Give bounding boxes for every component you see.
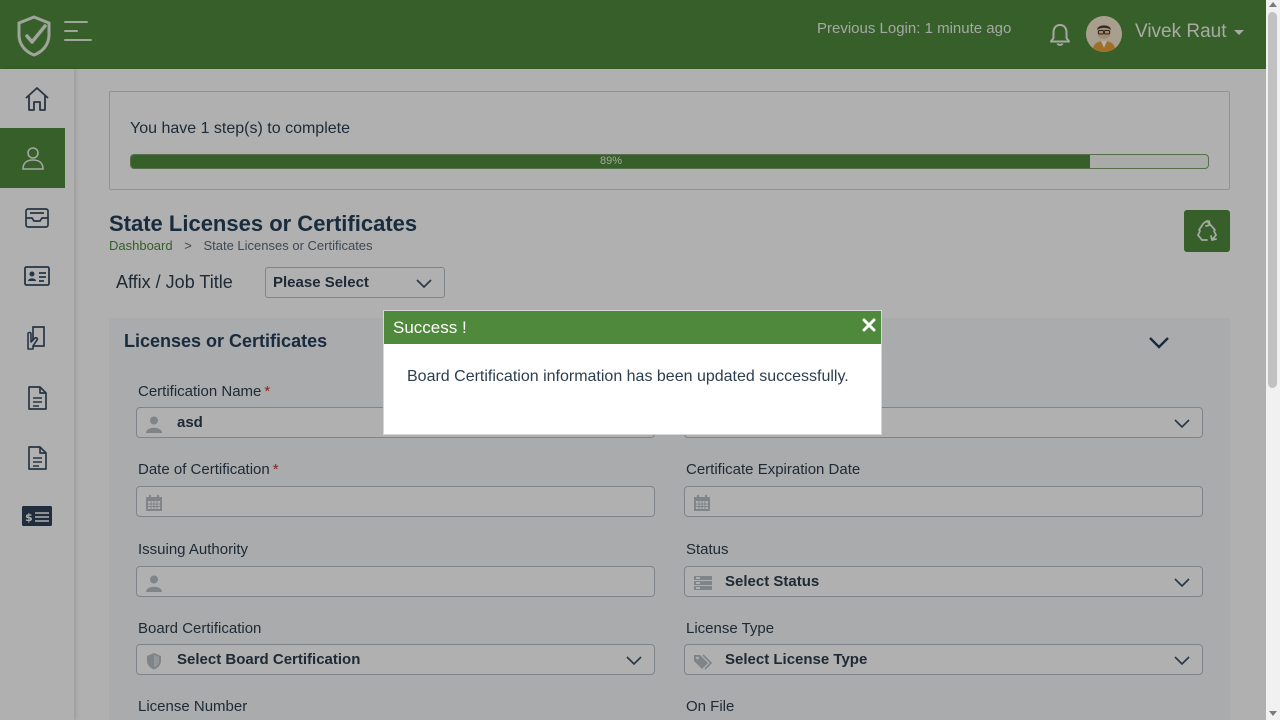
modal-title: Success ! <box>393 318 467 337</box>
scroll-up-arrow-icon[interactable] <box>1269 2 1277 7</box>
close-icon[interactable] <box>862 318 876 332</box>
scroll-down-arrow-icon[interactable] <box>1269 711 1277 716</box>
page-scrollbar[interactable] <box>1266 0 1280 720</box>
modal-header: Success ! <box>384 311 881 344</box>
success-modal: Success ! Board Certification informatio… <box>383 310 882 435</box>
modal-message: Board Certification information has been… <box>407 368 849 385</box>
scrollbar-thumb[interactable] <box>1268 12 1277 388</box>
